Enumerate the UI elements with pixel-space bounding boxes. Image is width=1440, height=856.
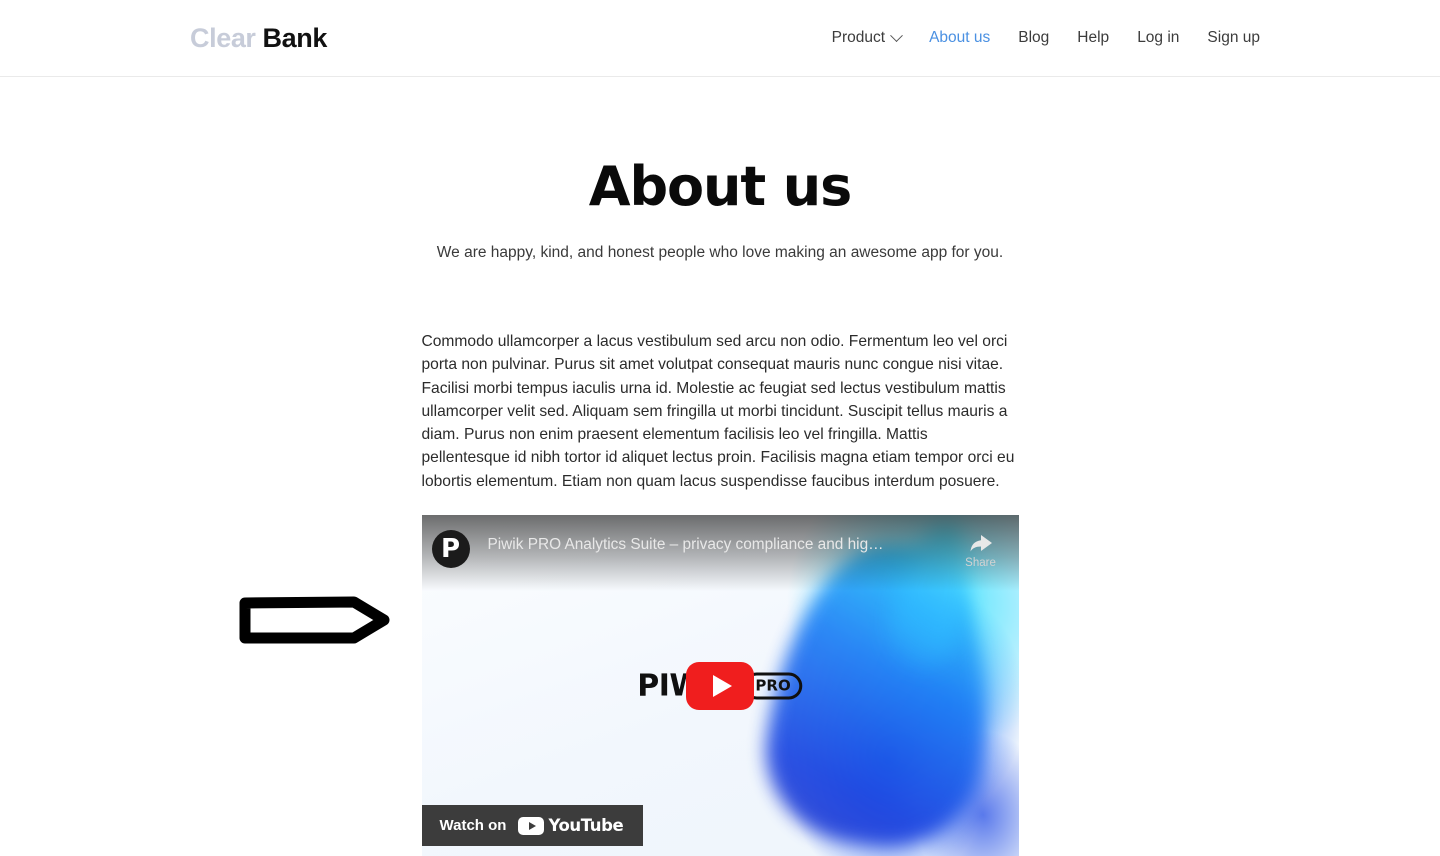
nav-label-help: Help [1077,29,1110,46]
nav-item-sign-up[interactable]: Sign up [1193,29,1274,47]
share-button[interactable]: Share [955,532,1007,569]
nav-label-blog: Blog [1018,29,1050,46]
play-button[interactable] [686,661,754,710]
share-label: Share [965,557,996,570]
nav-item-help[interactable]: Help [1063,29,1123,47]
nav-item-about-us[interactable]: About us [915,29,1004,47]
nav-item-product[interactable]: Product [818,28,915,47]
nav-label-product: Product [831,29,886,46]
arrow-outline-path [239,596,390,644]
annotation-right-arrow [239,596,390,644]
site-header: Clear Bank Product About us Blog Help Lo… [0,0,1440,77]
nav-label-sign-up: Sign up [1207,29,1260,46]
nav-label-log-in: Log in [1137,29,1180,46]
main-content: Commodo ullamcorper a lacus vestibulum s… [421,262,1019,856]
logo-text-primary: Clear [190,22,256,53]
youtube-play-icon [518,816,545,835]
main-navigation: Product About us Blog Help Log in Sign u… [818,28,1274,47]
chevron-down-icon [890,28,903,42]
youtube-wordmark: YouTube [548,816,624,836]
video-title[interactable]: Piwik PRO Analytics Suite – privacy comp… [488,536,955,554]
site-logo[interactable]: Clear Bank [190,23,327,54]
page-subtitle: We are happy, kind, and honest people wh… [436,244,1004,261]
watch-on-youtube-button[interactable]: Watch on YouTube [421,805,644,847]
about-body-paragraph: Commodo ullamcorper a lacus vestibulum s… [421,333,1015,490]
play-triangle-icon [713,674,732,697]
youtube-play-triangle [528,821,536,830]
nav-item-blog[interactable]: Blog [1004,29,1063,47]
logo-text-secondary: Bank [262,22,328,53]
nav-label-about-us: About us [929,29,991,46]
youtube-logo: YouTube [518,816,624,836]
nav-item-log-in[interactable]: Log in [1123,29,1193,47]
video-header-bar: P Piwik PRO Analytics Suite – privacy co… [422,515,1019,591]
page-title: About us [588,155,852,218]
share-icon [970,535,992,552]
channel-avatar[interactable]: P [431,530,470,569]
watch-on-label: Watch on [439,817,507,835]
youtube-video-player[interactable]: P Piwik PRO Analytics Suite – privacy co… [421,515,1019,856]
